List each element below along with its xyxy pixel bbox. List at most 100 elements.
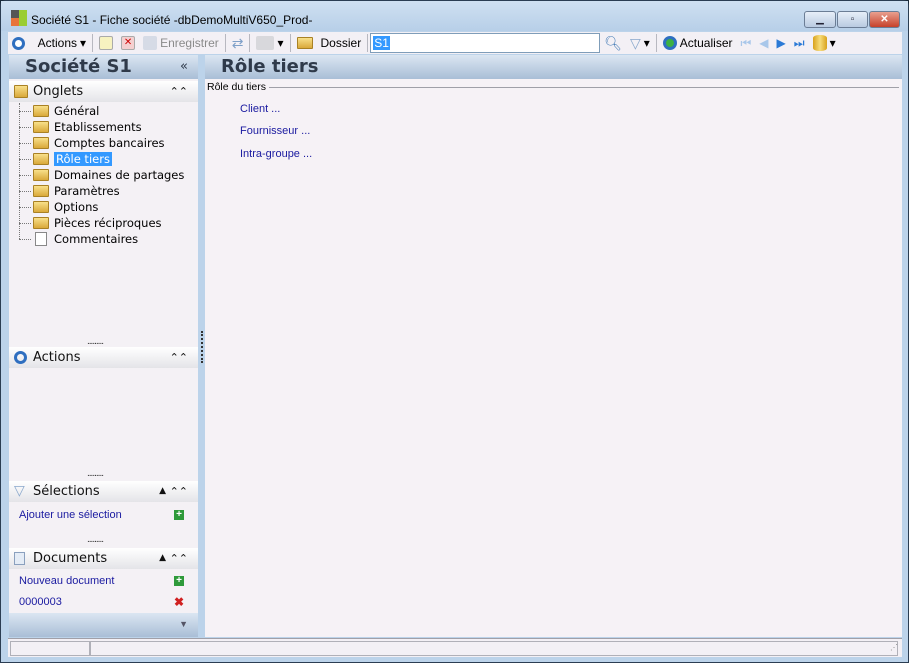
- client-link[interactable]: Client ...: [240, 103, 280, 115]
- splitter-grip[interactable]: .........: [87, 337, 104, 347]
- documents-section-header[interactable]: Documents ▲ ⌃⌃: [9, 548, 198, 569]
- onglets-section-header[interactable]: Onglets ⌃⌃: [9, 81, 198, 102]
- add-selection-link[interactable]: Ajouter une sélection: [19, 509, 122, 521]
- sync-icon: ⇄: [231, 34, 244, 51]
- tab-item-label: Comptes bancaires: [54, 136, 165, 150]
- tab-item[interactable]: Etablissements: [19, 119, 184, 135]
- onglets-label: Onglets: [33, 84, 84, 99]
- last-record-button[interactable]: ⏭: [790, 33, 809, 53]
- separator: [367, 34, 369, 52]
- database-button[interactable]: ▾: [809, 33, 840, 53]
- group-line: [269, 87, 899, 88]
- tab-item-label: Etablissements: [54, 120, 142, 134]
- document-item[interactable]: 0000003: [19, 596, 62, 608]
- splitter-grip[interactable]: .........: [87, 469, 104, 479]
- tab-item-label: Options: [54, 200, 99, 214]
- actions-menu-button[interactable]: Actions ▾: [8, 33, 90, 53]
- actions-section-label: Actions: [33, 350, 81, 365]
- add-icon[interactable]: +: [174, 576, 184, 586]
- status-cell: [10, 641, 90, 656]
- save-button[interactable]: Enregistrer: [139, 33, 223, 53]
- collapse-icon[interactable]: ⌃⌃: [170, 347, 188, 368]
- maximize-button[interactable]: ▫: [837, 11, 868, 28]
- sync-button[interactable]: ⇄: [228, 33, 248, 53]
- collapse-icon[interactable]: ⌃⌃: [170, 548, 188, 569]
- document-icon: [35, 232, 47, 246]
- vertical-splitter[interactable]: [201, 331, 203, 363]
- tab-item-label: Domaines de partages: [54, 168, 185, 182]
- new-button[interactable]: [95, 33, 117, 53]
- database-icon: [812, 35, 827, 51]
- folder-icon: [33, 153, 49, 165]
- minimize-section-icon[interactable]: ▲: [159, 548, 166, 569]
- application-window: Société S1 - Fiche société -dbDemoMultiV…: [0, 0, 909, 663]
- resize-grip-icon[interactable]: ⋰: [890, 643, 898, 652]
- side-panel: Société S1 « Onglets ⌃⌃ Général Etablisseme…: [9, 55, 198, 637]
- collapse-icon[interactable]: ⌃⌃: [170, 481, 188, 502]
- supplier-link[interactable]: Fournisseur ...: [240, 125, 310, 137]
- tab-item[interactable]: Domaines de partages: [19, 167, 184, 183]
- tab-item-label: Paramètres: [54, 184, 120, 198]
- refresh-icon: [662, 36, 677, 50]
- tab-item[interactable]: Général: [19, 103, 184, 119]
- folder-icon: [33, 137, 49, 149]
- actions-icon: [12, 36, 25, 50]
- tab-item[interactable]: Comptes bancaires: [19, 135, 184, 151]
- chevron-down-icon[interactable]: ▼: [179, 619, 188, 629]
- folder-icon: [33, 169, 49, 181]
- refresh-button[interactable]: Actualiser: [659, 33, 737, 53]
- side-panel-title: Société S1: [25, 56, 132, 77]
- minimize-section-icon[interactable]: ▲: [159, 481, 166, 502]
- intragroup-link[interactable]: Intra-groupe ...: [240, 148, 312, 160]
- collapse-icon[interactable]: ⌃⌃: [170, 81, 188, 102]
- separator: [249, 34, 251, 52]
- status-cell: [90, 641, 898, 656]
- collapse-panel-button[interactable]: «: [180, 55, 188, 79]
- search-input[interactable]: S1: [370, 33, 601, 53]
- tab-item-label: Pièces réciproques: [54, 216, 162, 230]
- tab-item[interactable]: Commentaires: [19, 231, 184, 247]
- main-title: Rôle tiers: [221, 56, 319, 77]
- filter-icon: ▽: [14, 483, 25, 499]
- separator: [224, 34, 226, 52]
- window-title: Société S1 - Fiche société -dbDemoMultiV…: [31, 13, 313, 27]
- next-record-button[interactable]: ▶: [773, 33, 790, 53]
- selections-label: Sélections: [33, 484, 100, 499]
- tab-item[interactable]: Rôle tiers: [19, 151, 184, 167]
- print-icon: [256, 36, 275, 50]
- folder-icon: [33, 105, 49, 117]
- folder-icon: [296, 37, 313, 49]
- tab-item-label: Commentaires: [54, 232, 139, 246]
- filter-button[interactable]: ▽ ▾: [626, 33, 654, 53]
- tab-item[interactable]: Paramètres: [19, 183, 184, 199]
- tab-item-label: Général: [54, 104, 100, 118]
- folder-button[interactable]: Dossier: [293, 33, 366, 53]
- folder-icon: [14, 85, 28, 98]
- title-bar: Société S1 - Fiche société -dbDemoMultiV…: [1, 1, 908, 31]
- new-document-link[interactable]: Nouveau document: [19, 575, 114, 587]
- actions-section-header[interactable]: Actions ⌃⌃: [9, 347, 198, 368]
- print-button[interactable]: ▾: [252, 33, 287, 53]
- close-button[interactable]: ✕: [869, 11, 900, 28]
- filter-icon: ▽: [629, 34, 641, 51]
- delete-button[interactable]: ✕: [117, 33, 139, 53]
- tab-item[interactable]: Pièces réciproques: [19, 215, 184, 231]
- search-icon: 🔍︎: [604, 34, 622, 51]
- splitter-grip[interactable]: .........: [87, 535, 104, 545]
- first-record-button[interactable]: ⏮: [736, 33, 755, 53]
- delete-icon[interactable]: ✖: [174, 595, 184, 609]
- app-icon: [11, 10, 27, 26]
- tab-item-label: Rôle tiers: [54, 152, 112, 166]
- main-panel: Rôle tiers Rôle du tiers Client ... Four…: [205, 55, 902, 637]
- save-label: Enregistrer: [160, 36, 219, 50]
- search-button[interactable]: 🔍︎: [600, 33, 626, 53]
- delete-icon: ✕: [121, 36, 136, 50]
- actions-label: Actions: [37, 36, 78, 50]
- tab-item[interactable]: Options: [19, 199, 184, 215]
- folder-icon: [33, 185, 49, 197]
- minimize-button[interactable]: ▁: [804, 11, 836, 28]
- previous-record-button[interactable]: ◀: [755, 33, 772, 53]
- selections-section-header[interactable]: ▽ Sélections ▲ ⌃⌃: [9, 481, 198, 502]
- add-icon[interactable]: +: [174, 510, 184, 520]
- toolbar: Actions ▾ ✕ Enregistrer ⇄ ▾ Dossier S1 🔍︎…: [8, 32, 902, 54]
